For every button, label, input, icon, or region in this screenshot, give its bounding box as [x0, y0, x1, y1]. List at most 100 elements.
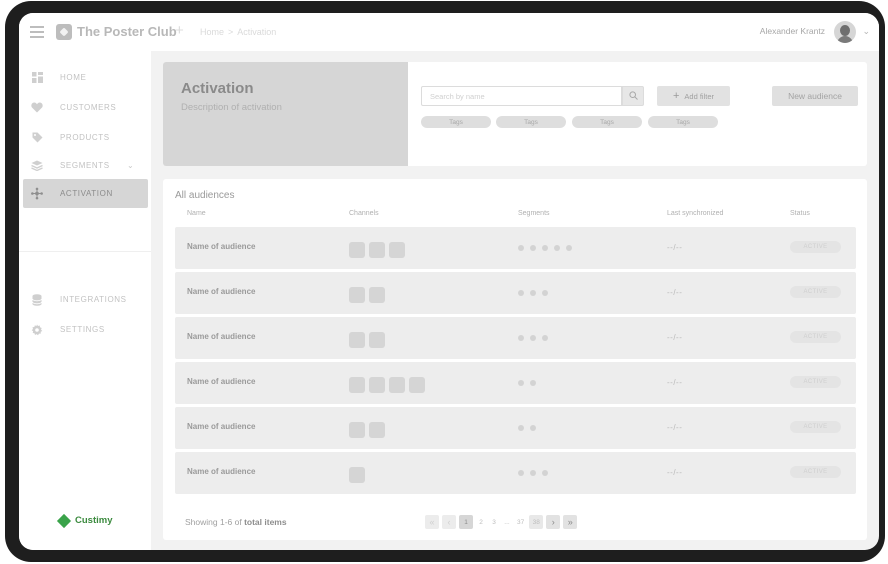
segment-dot-icon [542, 290, 548, 296]
avatar[interactable] [834, 21, 856, 43]
sidebar-item-segments[interactable]: SEGMENTS ⌄ [23, 151, 148, 180]
sidebar-item-settings[interactable]: SETTINGS [23, 315, 148, 344]
page-button[interactable]: 1 [459, 515, 473, 529]
column-header-channels[interactable]: Channels [349, 210, 379, 217]
status-badge: ACTIVE [790, 241, 841, 253]
segment-dot-icon [542, 245, 548, 251]
channel-icon [409, 377, 425, 393]
channel-icon [369, 332, 385, 348]
grid-icon [31, 72, 43, 84]
breadcrumb-current: Activation [237, 27, 277, 37]
database-icon [31, 293, 43, 306]
table-row[interactable]: Name of audience --/-- ACTIVE [175, 227, 856, 269]
user-name[interactable]: Alexander Krantz [760, 26, 825, 36]
top-bar: The Poster Club + Home > Activation Alexan… [19, 13, 879, 51]
audience-name[interactable]: Name of audience [187, 287, 255, 296]
sidebar-divider [19, 251, 151, 252]
channel-list [349, 242, 409, 258]
audience-name[interactable]: Name of audience [187, 242, 255, 251]
tag-chip[interactable]: Tags [572, 116, 642, 128]
gear-icon [31, 324, 43, 336]
channel-list [349, 467, 369, 483]
brand-logo: Custimy [56, 513, 113, 528]
segment-dot-icon [530, 425, 536, 431]
chevron-down-icon[interactable]: ⌄ [127, 161, 134, 170]
table-row[interactable]: Name of audience --/-- ACTIVE [175, 272, 856, 314]
page-button[interactable]: 3 [489, 515, 499, 529]
channel-icon [369, 242, 385, 258]
tag-chip[interactable]: Tags [648, 116, 718, 128]
segment-dot-icon [530, 335, 536, 341]
sidebar-item-products[interactable]: PRODUCTS [23, 123, 148, 152]
segment-dot-icon [518, 290, 524, 296]
table-row[interactable]: Name of audience --/-- ACTIVE [175, 407, 856, 449]
search-input[interactable] [421, 86, 622, 106]
app-screen: The Poster Club + Home > Activation Alexan… [19, 13, 879, 550]
channel-icon [369, 377, 385, 393]
sidebar-item-label: HOME [60, 73, 87, 82]
sidebar-item-activation[interactable]: ACTIVATION [23, 179, 148, 208]
sidebar-item-label: ACTIVATION [60, 189, 113, 198]
sidebar-item-customers[interactable]: CUSTOMERS [23, 93, 148, 122]
column-header-last-synchronized[interactable]: Last synchronized [667, 210, 723, 217]
page-button[interactable]: 2 [476, 515, 486, 529]
plus-icon: + [672, 90, 680, 102]
prev-page-icon[interactable]: ‹ [442, 515, 456, 529]
table-row[interactable]: Name of audience --/-- ACTIVE [175, 452, 856, 494]
column-header-segments[interactable]: Segments [518, 210, 550, 217]
tag-chip[interactable]: Tags [421, 116, 491, 128]
page-button[interactable]: 37 [515, 515, 526, 529]
chevron-down-icon[interactable]: ⌄ [862, 26, 870, 37]
channel-icon [349, 467, 365, 483]
last-synchronized: --/-- [667, 333, 683, 342]
sidebar-item-label: SETTINGS [60, 325, 105, 334]
sidebar-item-label: CUSTOMERS [60, 103, 117, 112]
segment-dot-icon [542, 335, 548, 341]
search-icon [628, 87, 638, 105]
add-icon[interactable]: + [175, 22, 184, 39]
tag-chip[interactable]: Tags [496, 116, 566, 128]
hamburger-menu-icon[interactable] [30, 26, 44, 38]
segment-list [518, 380, 542, 386]
layers-icon [31, 160, 43, 172]
status-badge: ACTIVE [790, 376, 841, 388]
last-page-icon[interactable]: » [563, 515, 578, 529]
app-title[interactable]: The Poster Club [77, 24, 177, 39]
channel-icon [389, 377, 405, 393]
new-audience-button[interactable]: New audience [772, 86, 858, 106]
audience-name[interactable]: Name of audience [187, 467, 255, 476]
first-page-icon[interactable]: « [425, 515, 439, 529]
audience-name[interactable]: Name of audience [187, 332, 255, 341]
sidebar-item-integrations[interactable]: INTEGRATIONS [23, 285, 148, 314]
column-header-name[interactable]: Name [187, 210, 206, 217]
pagination-summary: Showing 1-6 of total items [185, 517, 287, 527]
title-panel: Activation Description of activation [163, 62, 408, 166]
table-title: All audiences [175, 190, 235, 201]
page-description: Description of activation [181, 102, 282, 113]
search-button[interactable] [622, 86, 644, 106]
table-row[interactable]: Name of audience --/-- ACTIVE [175, 362, 856, 404]
segment-dot-icon [530, 245, 536, 251]
total-items-text: total items [244, 517, 287, 527]
audience-name[interactable]: Name of audience [187, 377, 255, 386]
channel-icon [349, 332, 365, 348]
segment-dot-icon [530, 290, 536, 296]
page-button[interactable]: 38 [529, 515, 544, 529]
column-header-status[interactable]: Status [790, 210, 810, 217]
channel-list [349, 422, 389, 438]
sidebar-item-home[interactable]: HOME [23, 63, 148, 92]
status-badge: ACTIVE [790, 331, 841, 343]
audience-name[interactable]: Name of audience [187, 422, 255, 431]
segment-dot-icon [542, 470, 548, 476]
page-ellipsis: ... [504, 518, 510, 526]
breadcrumb-home[interactable]: Home [200, 27, 224, 37]
status-badge: ACTIVE [790, 466, 841, 478]
add-filter-button[interactable]: + Add filter [657, 86, 730, 106]
table-row[interactable]: Name of audience --/-- ACTIVE [175, 317, 856, 359]
next-page-icon[interactable]: › [546, 515, 561, 529]
brand-name: Custimy [75, 515, 113, 526]
channel-list [349, 287, 389, 303]
device-frame: The Poster Club + Home > Activation Alexan… [5, 1, 885, 562]
channel-icon [349, 422, 365, 438]
segment-dot-icon [518, 425, 524, 431]
